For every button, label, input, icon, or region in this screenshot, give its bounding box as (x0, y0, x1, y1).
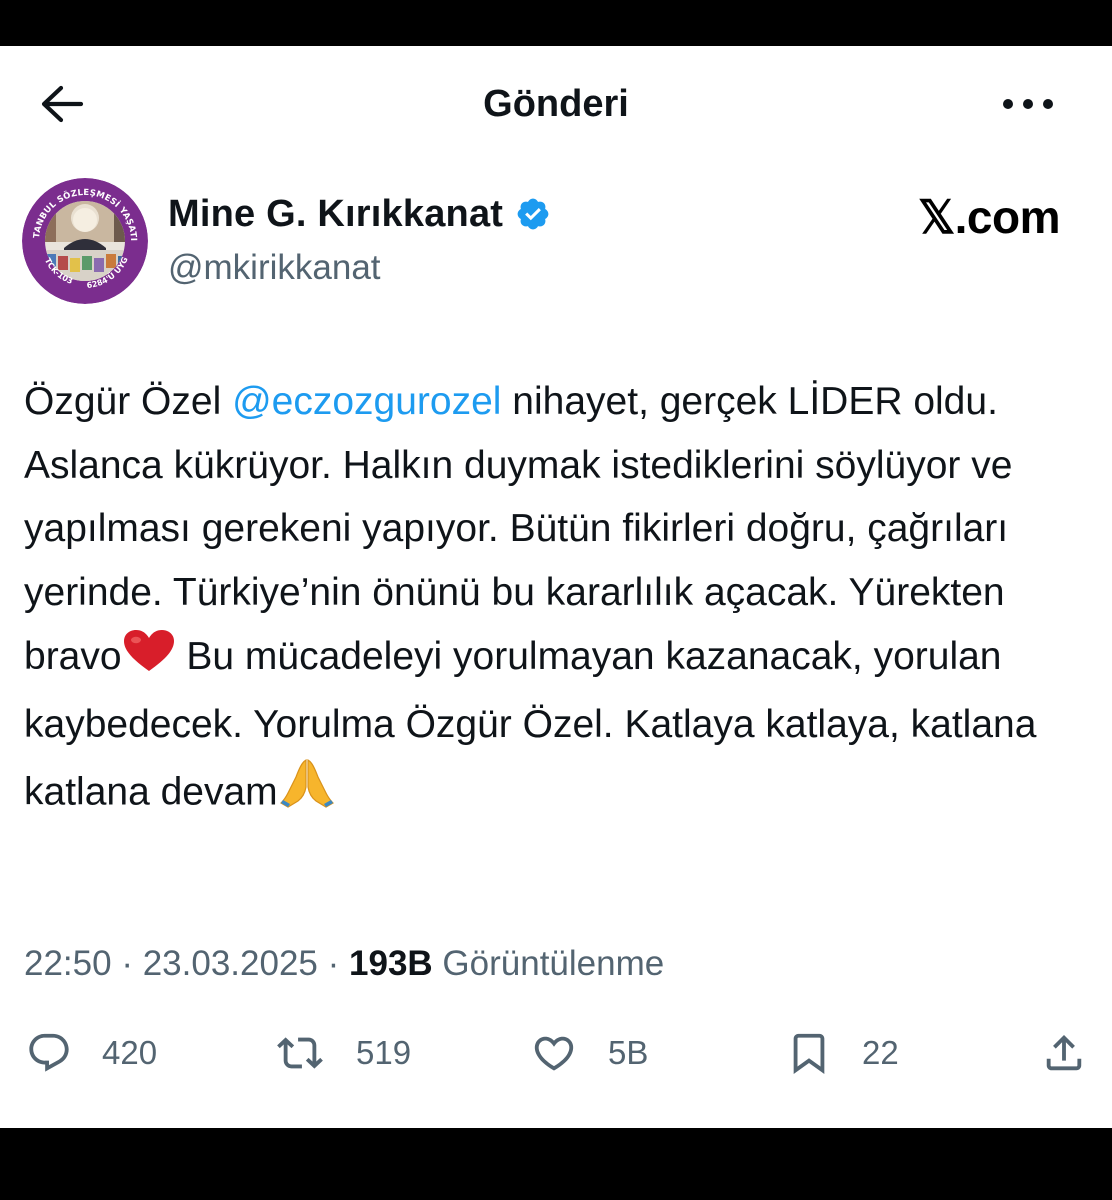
mention-link[interactable]: @eczozgurozel (232, 380, 501, 423)
verified-badge-icon (517, 198, 549, 230)
more-horizontal-icon (1003, 99, 1053, 109)
back-button[interactable] (36, 82, 88, 126)
tweet-text-segment: Özgür Özel (24, 380, 233, 423)
action-bar: 420 519 5B 22 (0, 1030, 1112, 1076)
reply-button[interactable]: 420 (24, 1030, 157, 1076)
brand-watermark: 𝕏.com (918, 191, 1060, 243)
bookmark-icon (793, 1033, 825, 1074)
retweet-icon (277, 1037, 323, 1069)
arrow-left-icon (41, 85, 84, 123)
tweet-date[interactable]: 23.03.2025 (143, 944, 318, 983)
bottom-black-bar (0, 1128, 1112, 1200)
red-heart-emoji (122, 629, 176, 693)
page-title: Gönderi (483, 83, 629, 125)
bookmark-button[interactable]: 22 (784, 1030, 899, 1076)
share-icon (1046, 1034, 1082, 1071)
folded-hands-emoji (278, 757, 336, 829)
reply-count: 420 (102, 1034, 158, 1071)
bookmark-count: 22 (862, 1034, 899, 1071)
retweet-count: 519 (356, 1034, 412, 1071)
reply-icon (29, 1033, 69, 1072)
heart-icon (534, 1036, 574, 1071)
meta-separator: · (121, 944, 133, 983)
author-handle[interactable]: @mkirikkanat (168, 246, 381, 290)
tweet-meta: 22:50 · 23.03.2025 · 193B Görüntülenme (24, 942, 664, 986)
tweet-text: Özgür Özel @eczozgurozel nihayet, gerçek… (24, 370, 1094, 829)
tweet-time[interactable]: 22:50 (24, 944, 112, 983)
author-name[interactable]: Mine G. Kırıkkanat (168, 193, 503, 236)
views-label: Görüntülenme (442, 944, 665, 983)
share-button[interactable] (1040, 1030, 1088, 1076)
like-button[interactable]: 5B (528, 1030, 648, 1076)
retweet-button[interactable]: 519 (272, 1030, 411, 1076)
like-count: 5B (608, 1034, 649, 1071)
author-name-row: Mine G. Kırıkkanat (168, 192, 551, 236)
tweet-text-segment: Bu mücadeleyi yorulmayan kazanacak, yoru… (24, 634, 1037, 814)
top-black-bar (0, 0, 1112, 46)
views-count: 193B (349, 944, 433, 983)
avatar[interactable]: İSTANBUL SÖZLEŞMESİ YAŞATIR TCK-103 6284… (22, 178, 148, 304)
meta-separator: · (327, 944, 340, 983)
more-options-button[interactable] (996, 86, 1060, 122)
post-screen: Gönderi TANBUL SÖZLEŞMESİ YAŞATI TCK-103… (0, 46, 1112, 1128)
